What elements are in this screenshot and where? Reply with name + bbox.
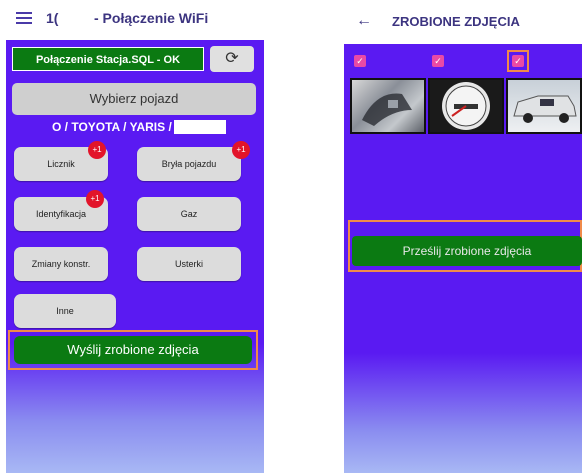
menu-icon[interactable] xyxy=(16,12,32,24)
send-photos-highlight: Wyślij zrobione zdjęcia xyxy=(8,330,258,370)
usterki-button[interactable]: Usterki xyxy=(137,247,241,281)
photo-thumbnail-odometer[interactable] xyxy=(428,78,504,134)
right-phone-screen: ← ZROBIONE ZDJĘCIA ✓ ✓ ✓ Prześlij zrobio… xyxy=(344,0,582,473)
left-phone-screen: 1( - Połączenie WiFi Połączenie Stacja.S… xyxy=(6,0,264,473)
photos-content: ✓ ✓ ✓ Prześlij zrobione zdjęcia xyxy=(344,44,582,473)
send-photos-button[interactable]: Wyślij zrobione zdjęcia xyxy=(14,336,252,364)
gaz-button[interactable]: Gaz xyxy=(137,197,241,231)
checkbox-highlight xyxy=(507,50,529,72)
bryla-pojazdu-badge: +1 xyxy=(232,141,250,159)
vehicle-text: O / TOYOTA / YARIS / C xyxy=(52,120,184,134)
sql-status-badge: Połączenie Stacja.SQL - OK xyxy=(12,47,204,71)
inne-button[interactable]: Inne xyxy=(14,294,116,328)
app-bar: 1( - Połączenie WiFi xyxy=(6,0,264,40)
refresh-button[interactable]: ⟳ xyxy=(210,46,254,72)
photos-app-bar: ← ZROBIONE ZDJĘCIA xyxy=(344,0,582,44)
identyfikacja-badge: +1 xyxy=(86,190,104,208)
zmiany-konstr-button[interactable]: Zmiany konstr. xyxy=(14,247,108,281)
upload-photos-button[interactable]: Prześlij zrobione zdjęcia xyxy=(352,236,582,266)
photo-thumbnail-vehicle[interactable] xyxy=(506,78,582,134)
refresh-icon: ⟳ xyxy=(225,50,239,67)
back-arrow-icon[interactable]: ← xyxy=(356,12,372,30)
bryla-pojazdu-button[interactable]: Bryła pojazdu xyxy=(137,147,241,181)
page-title: ZROBIONE ZDJĘCIA xyxy=(392,14,520,29)
redacted-field xyxy=(174,120,226,134)
photo-checkbox-1[interactable]: ✓ xyxy=(354,55,366,67)
photo-checkbox-2[interactable]: ✓ xyxy=(432,55,444,67)
appbar-number: 1( xyxy=(46,10,59,26)
main-content: Połączenie Stacja.SQL - OK ⟳ Wybierz poj… xyxy=(6,40,264,473)
photo-thumbnail-interior[interactable] xyxy=(350,78,426,134)
licznik-badge: +1 xyxy=(88,141,106,159)
select-vehicle-button[interactable]: Wybierz pojazd xyxy=(12,83,256,115)
appbar-title: - Połączenie WiFi xyxy=(94,10,209,26)
